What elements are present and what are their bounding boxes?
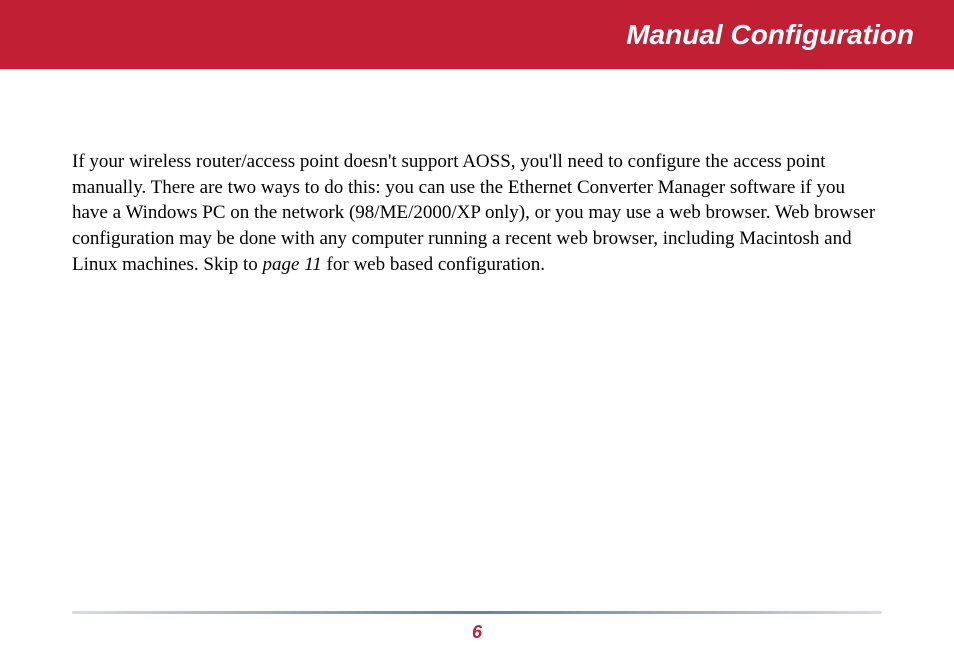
footer: 6	[72, 611, 882, 643]
page-reference: page 11	[263, 254, 322, 275]
body-paragraph: If your wireless router/access point doe…	[72, 149, 882, 277]
content-area: If your wireless router/access point doe…	[0, 69, 954, 277]
footer-divider	[72, 611, 882, 614]
header-bar: Manual Configuration	[0, 0, 954, 69]
paragraph-text-2: for web based configuration.	[322, 254, 545, 275]
page-number: 6	[72, 622, 882, 643]
page-title: Manual Configuration	[626, 19, 914, 51]
